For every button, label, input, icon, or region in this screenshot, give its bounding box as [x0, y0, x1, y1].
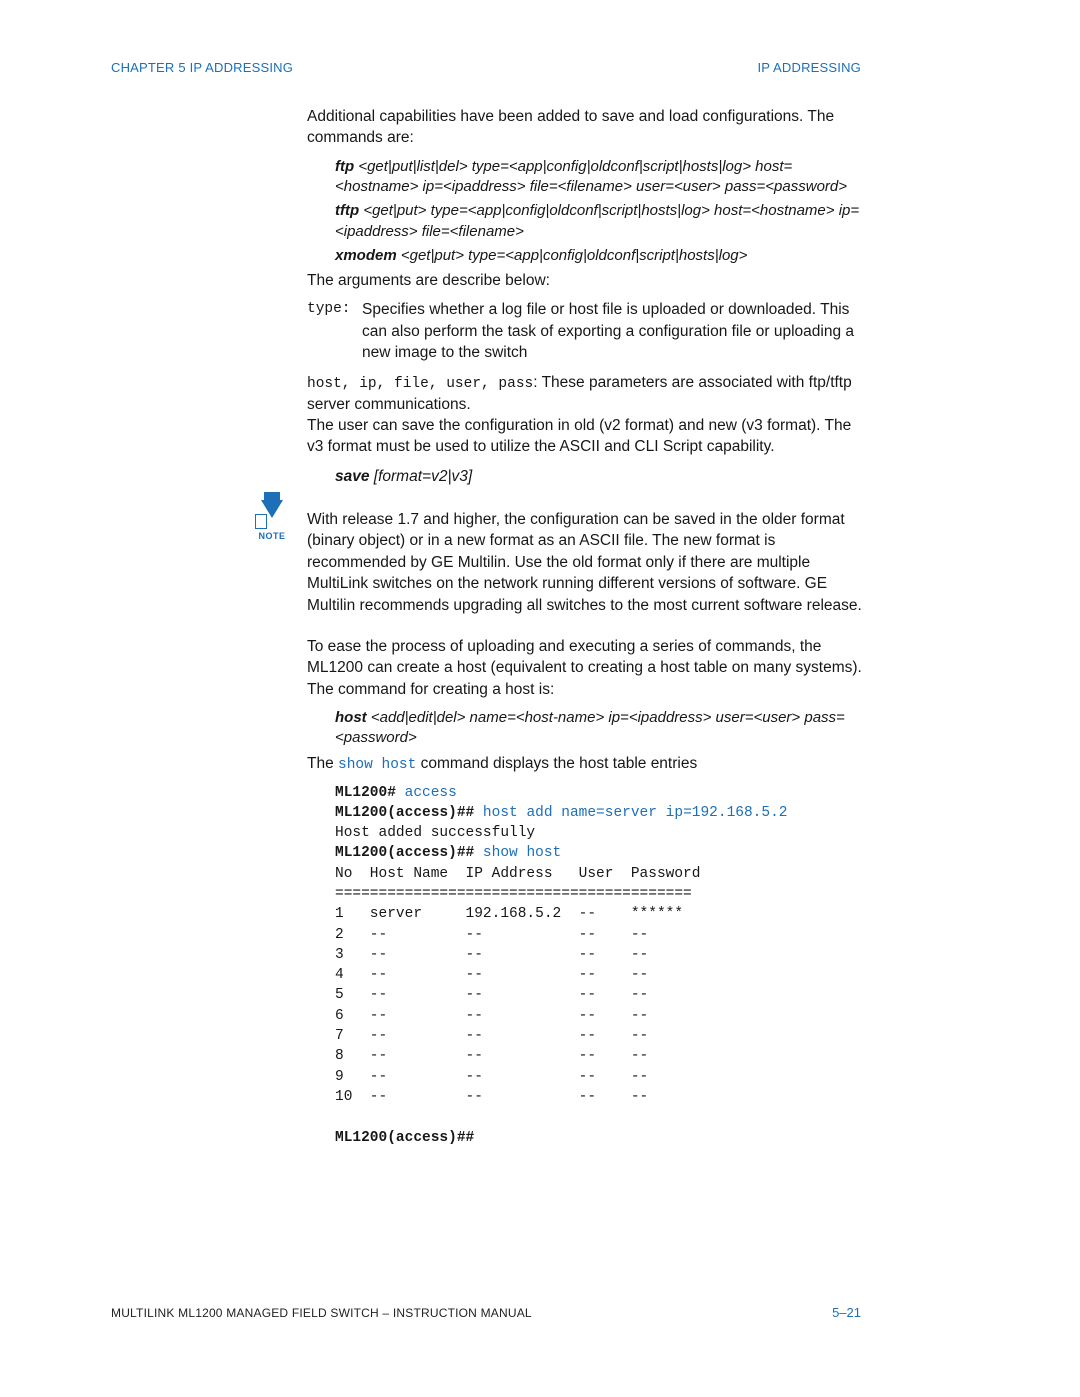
note-paragraph: With release 1.7 and higher, the configu…: [307, 509, 867, 616]
tftp-syntax: tftp <get|put> type=<app|config|oldconf|…: [335, 201, 867, 242]
header-chapter: CHAPTER 5 IP ADDRESSING: [111, 60, 293, 75]
arg-type-term: type:: [307, 299, 362, 363]
host-paragraph: To ease the process of uploading and exe…: [307, 636, 867, 700]
save-syntax: save [format=v2|v3]: [335, 466, 867, 487]
host-syntax: host <add|edit|del> name=<host-name> ip=…: [335, 708, 867, 749]
ftp-syntax: ftp <get|put|list|del> type=<app|config|…: [335, 157, 867, 198]
arg-type-row: type: Specifies whether a log file or ho…: [307, 299, 867, 363]
arg-hosts-row: host, ip, file, user, pass: These parame…: [307, 372, 867, 415]
note-icon: NOTE: [252, 500, 292, 541]
intro-text: Additional capabilities have been added …: [307, 106, 867, 149]
manual-page: CHAPTER 5 IP ADDRESSING IP ADDRESSING NO…: [0, 0, 1080, 1397]
footer-title: MULTILINK ML1200 MANAGED FIELD SWITCH – …: [111, 1306, 532, 1320]
args-intro: The arguments are describe below:: [307, 270, 867, 291]
note-label: NOTE: [252, 531, 292, 541]
footer-page-number: 5–21: [832, 1305, 861, 1320]
terminal-output: ML1200# access ML1200(access)## host add…: [335, 783, 867, 1148]
arg-type-desc: Specifies whether a log file or host fil…: [362, 299, 867, 363]
show-host-line: The show host command displays the host …: [307, 753, 867, 775]
body-content: Additional capabilities have been added …: [307, 106, 867, 1154]
arg-hosts-terms: host, ip, file, user, pass: [307, 376, 533, 392]
save-para: The user can save the configuration in o…: [307, 415, 867, 458]
header-section: IP ADDRESSING: [757, 60, 861, 75]
xmodem-syntax: xmodem <get|put> type=<app|config|oldcon…: [335, 246, 867, 266]
